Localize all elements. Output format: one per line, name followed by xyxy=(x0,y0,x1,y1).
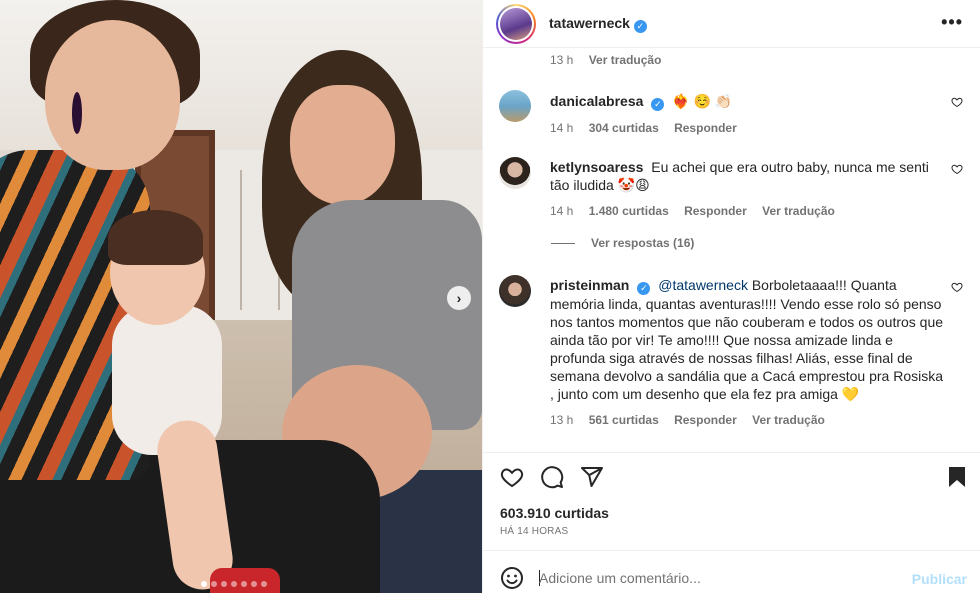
carousel-dot xyxy=(201,581,207,587)
comment-likes[interactable]: 304 curtidas xyxy=(589,121,659,135)
post-side-panel: tatawerneck ✓ ••• 13 h Ver tradução danic… xyxy=(482,0,980,593)
like-heart-icon[interactable] xyxy=(500,465,524,489)
likes-count[interactable]: 603.910 curtidas xyxy=(500,505,609,521)
comment-time: 13 h xyxy=(550,412,574,427)
view-replies-button[interactable]: Ver respostas (16) xyxy=(551,236,694,250)
post-header: tatawerneck ✓ ••• xyxy=(483,0,980,48)
emoji-smiley-icon[interactable] xyxy=(500,566,524,590)
comments-list: 13 h Ver tradução danicalabresa ✓ ❤️‍🔥 ☺️… xyxy=(483,48,980,452)
photo-earring xyxy=(72,92,82,134)
verified-badge-icon: ✓ xyxy=(651,97,665,111)
comment-username[interactable]: ketlynsoaress xyxy=(550,159,643,175)
carousel-dot xyxy=(261,581,267,587)
more-horizontal-icon[interactable]: ••• xyxy=(941,12,963,33)
heart-icon[interactable] xyxy=(951,163,963,175)
comment-text: ❤️‍🔥 ☺️ 👏🏻 xyxy=(672,93,733,109)
comment-avatar[interactable] xyxy=(499,157,531,189)
publish-button[interactable]: Publicar xyxy=(912,571,967,587)
replies-divider-line xyxy=(551,242,575,244)
comment-body: pristeinman ✓ @tatawerneck Borboletaaaa!!… xyxy=(550,275,950,429)
author-username[interactable]: tatawerneck ✓ xyxy=(549,15,647,33)
carousel-dot xyxy=(241,581,247,587)
verified-badge-icon: ✓ xyxy=(637,281,651,295)
comment-likes[interactable]: 561 curtidas xyxy=(589,413,659,427)
heart-icon[interactable] xyxy=(951,96,963,108)
comment-time: 14 h xyxy=(550,120,574,135)
comment-translate-link[interactable]: Ver tradução xyxy=(762,204,835,218)
comment-avatar[interactable] xyxy=(499,275,531,307)
comment-text: Borboletaaaa!!! Quanta memória linda, qu… xyxy=(550,277,944,402)
comment-bubble-icon[interactable] xyxy=(540,465,564,489)
add-comment-bar: Publicar xyxy=(483,550,980,593)
comment-reply-button[interactable]: Responder xyxy=(674,413,737,427)
heart-icon[interactable] xyxy=(951,281,963,293)
comment-username[interactable]: danicalabresa xyxy=(550,93,643,109)
post-actions-bar xyxy=(483,452,980,497)
carousel-dot xyxy=(211,581,217,587)
carousel-dot xyxy=(221,581,227,587)
comment-reply-button[interactable]: Responder xyxy=(674,121,737,135)
comment-mention[interactable]: @tatawerneck xyxy=(658,277,748,293)
carousel-dot xyxy=(231,581,237,587)
comment-likes[interactable]: 1.480 curtidas xyxy=(589,204,669,218)
view-replies-label: Ver respostas (16) xyxy=(591,236,695,250)
post-photo[interactable]: › xyxy=(0,0,482,593)
comment-reply-button[interactable]: Responder xyxy=(684,204,747,218)
comment-time: 14 h xyxy=(550,204,574,218)
carousel-dots xyxy=(201,581,267,587)
carousel-dot xyxy=(251,581,257,587)
comment-username[interactable]: pristeinman xyxy=(550,277,629,293)
post-time-ago: HÁ 14 HORAS xyxy=(500,526,569,537)
verified-badge-icon: ✓ xyxy=(633,20,647,33)
chevron-right-icon: › xyxy=(456,290,462,306)
bookmark-saved-icon[interactable] xyxy=(945,465,969,489)
carousel-next-button[interactable]: › xyxy=(447,286,471,310)
photo-woman-left-face xyxy=(45,20,180,170)
comment-translate-link[interactable]: Ver tradução xyxy=(752,413,825,427)
photo-baby-hair xyxy=(108,210,203,265)
comment-body: ketlynsoaress Eu achei que era outro bab… xyxy=(550,157,950,220)
photo-woman-right-face xyxy=(290,85,395,205)
caption-time: 13 h xyxy=(550,53,574,67)
caption-meta: 13 h Ver tradução xyxy=(550,53,673,67)
comment-input[interactable] xyxy=(539,564,899,592)
caption-translate-link[interactable]: Ver tradução xyxy=(589,53,662,67)
share-paper-plane-icon[interactable] xyxy=(580,465,604,489)
author-avatar[interactable] xyxy=(496,4,536,44)
author-username-text: tatawerneck xyxy=(549,15,630,31)
comment-avatar[interactable] xyxy=(499,90,531,122)
comment-body: danicalabresa ✓ ❤️‍🔥 ☺️ 👏🏻 14 h 304 curti… xyxy=(550,90,950,137)
